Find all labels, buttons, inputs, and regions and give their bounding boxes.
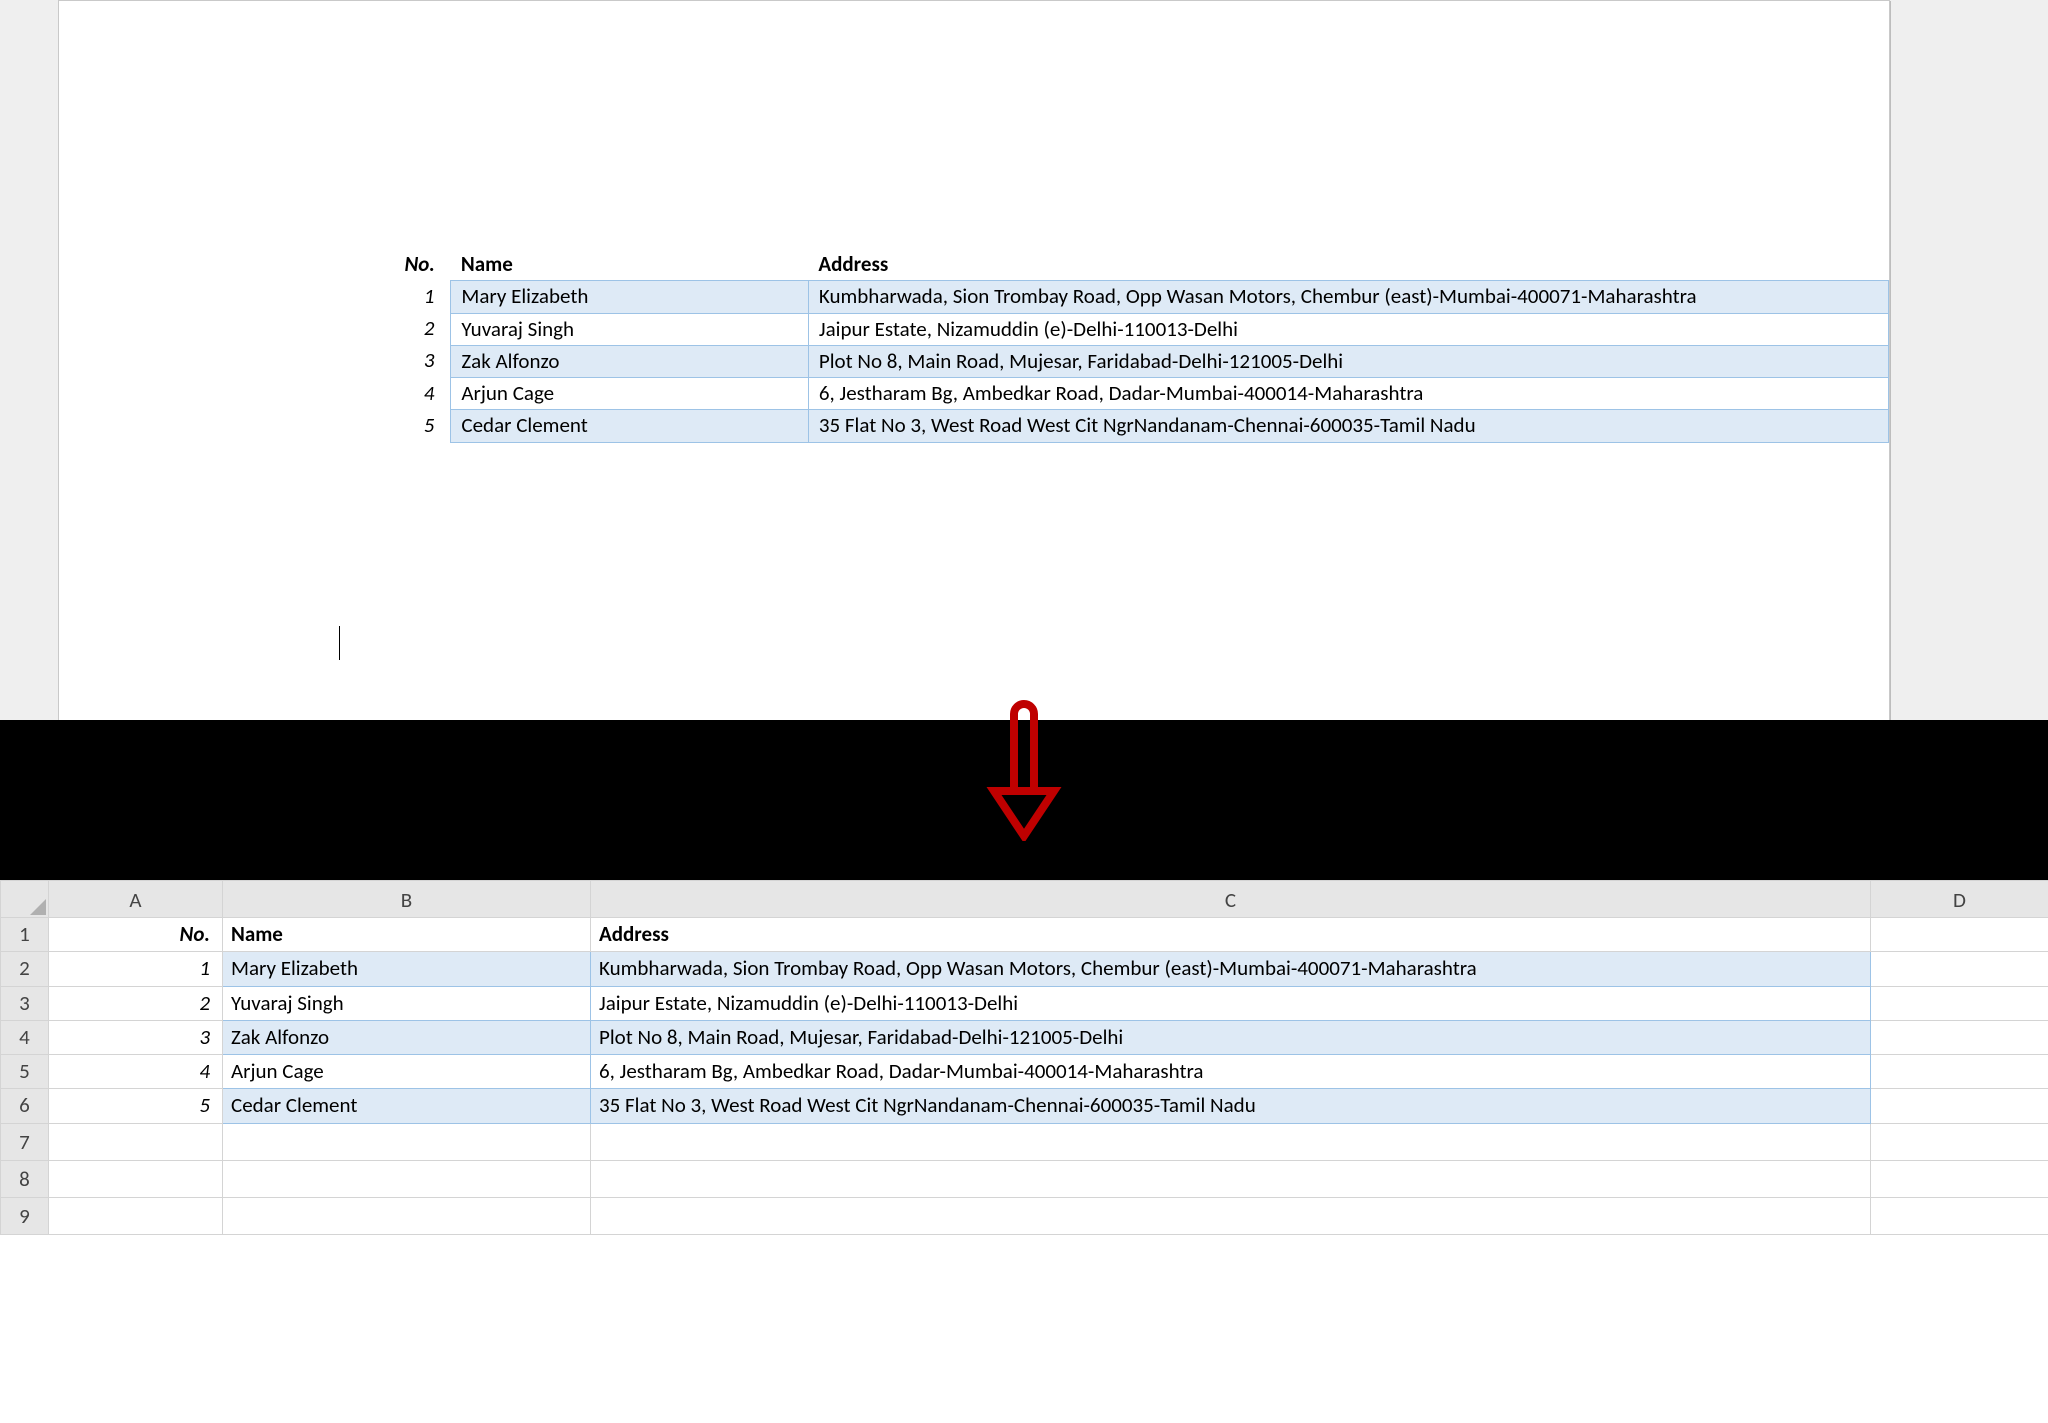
- excel-cell-name[interactable]: Zak Alfonzo: [223, 1020, 591, 1054]
- word-header-address: Address: [808, 249, 1888, 281]
- excel-cell-address[interactable]: 6, Jestharam Bg, Ambedkar Road, Dadar-Mu…: [591, 1055, 1871, 1089]
- excel-cell-empty[interactable]: [49, 1160, 223, 1197]
- excel-row: 9: [1, 1197, 2048, 1234]
- excel-grid-area: A B C D 1 No. Name Address 2 1: [0, 880, 2048, 1423]
- select-all-corner[interactable]: [1, 881, 49, 918]
- excel-col-header[interactable]: D: [1871, 881, 2048, 918]
- excel-cell-no[interactable]: 5: [49, 1089, 223, 1123]
- excel-row: 1 No. Name Address: [1, 918, 2048, 952]
- excel-cell-header-address[interactable]: Address: [591, 918, 1871, 952]
- excel-cell-no[interactable]: 2: [49, 986, 223, 1020]
- excel-cell-address[interactable]: 35 Flat No 3, West Road West Cit NgrNand…: [591, 1089, 1871, 1123]
- word-cell-address: Plot No 8, Main Road, Mujesar, Faridabad…: [808, 345, 1888, 377]
- word-cell-no: 1: [353, 281, 451, 313]
- excel-cell-name[interactable]: Arjun Cage: [223, 1055, 591, 1089]
- word-cell-address: Jaipur Estate, Nizamuddin (e)-Delhi-1100…: [808, 313, 1888, 345]
- word-cell-no: 3: [353, 345, 451, 377]
- excel-cell-no[interactable]: 4: [49, 1055, 223, 1089]
- excel-row-header[interactable]: 1: [1, 918, 49, 952]
- excel-row: 2 1 Mary Elizabeth Kumbharwada, Sion Tro…: [1, 952, 2048, 986]
- excel-col-header[interactable]: A: [49, 881, 223, 918]
- excel-col-header[interactable]: C: [591, 881, 1871, 918]
- excel-cell-address[interactable]: Plot No 8, Main Road, Mujesar, Faridabad…: [591, 1020, 1871, 1054]
- excel-row-header[interactable]: 2: [1, 952, 49, 986]
- excel-cell-address[interactable]: Kumbharwada, Sion Trombay Road, Opp Wasa…: [591, 952, 1871, 986]
- excel-grid[interactable]: A B C D 1 No. Name Address 2 1: [0, 880, 2048, 1235]
- excel-cell-empty[interactable]: [591, 1197, 1871, 1234]
- arrow-down-icon: [980, 696, 1068, 841]
- word-table-row: 2 Yuvaraj Singh Jaipur Estate, Nizamuddi…: [353, 313, 1889, 345]
- excel-cell-no[interactable]: 1: [49, 952, 223, 986]
- text-cursor: [339, 626, 340, 660]
- excel-cell-empty[interactable]: [1871, 1055, 2048, 1089]
- word-table-row: 5 Cedar Clement 35 Flat No 3, West Road …: [353, 410, 1889, 442]
- excel-row-header[interactable]: 7: [1, 1123, 49, 1160]
- excel-cell-empty[interactable]: [223, 1160, 591, 1197]
- excel-cell-address[interactable]: Jaipur Estate, Nizamuddin (e)-Delhi-1100…: [591, 986, 1871, 1020]
- excel-cell-empty[interactable]: [1871, 1123, 2048, 1160]
- excel-row: 3 2 Yuvaraj Singh Jaipur Estate, Nizamud…: [1, 986, 2048, 1020]
- word-header-name: Name: [451, 249, 808, 281]
- word-document-background: No. Name Address 1 Mary Elizabeth Kumbha…: [0, 0, 2048, 720]
- excel-row: 7: [1, 1123, 2048, 1160]
- word-table-row: 1 Mary Elizabeth Kumbharwada, Sion Tromb…: [353, 281, 1889, 313]
- excel-cell-empty[interactable]: [1871, 1089, 2048, 1123]
- word-cell-no: 4: [353, 378, 451, 410]
- excel-cell-name[interactable]: Mary Elizabeth: [223, 952, 591, 986]
- excel-cell-header-name[interactable]: Name: [223, 918, 591, 952]
- word-cell-name: Mary Elizabeth: [451, 281, 808, 313]
- excel-cell-no[interactable]: 3: [49, 1020, 223, 1054]
- excel-row-header[interactable]: 4: [1, 1020, 49, 1054]
- word-table-row: 3 Zak Alfonzo Plot No 8, Main Road, Muje…: [353, 345, 1889, 377]
- excel-cell-empty[interactable]: [49, 1123, 223, 1160]
- excel-cell-empty[interactable]: [1871, 1160, 2048, 1197]
- word-cell-name: Cedar Clement: [451, 410, 808, 442]
- word-table-header-row: No. Name Address: [353, 249, 1889, 281]
- excel-cell-empty[interactable]: [223, 1123, 591, 1160]
- excel-cell-empty[interactable]: [1871, 1020, 2048, 1054]
- excel-row-header[interactable]: 9: [1, 1197, 49, 1234]
- word-cell-name: Zak Alfonzo: [451, 345, 808, 377]
- word-cell-name: Yuvaraj Singh: [451, 313, 808, 345]
- word-header-no: No.: [353, 249, 451, 281]
- excel-column-header-row: A B C D: [1, 881, 2048, 918]
- excel-cell-empty[interactable]: [1871, 918, 2048, 952]
- excel-cell-name[interactable]: Cedar Clement: [223, 1089, 591, 1123]
- excel-row-header[interactable]: 5: [1, 1055, 49, 1089]
- excel-col-header[interactable]: B: [223, 881, 591, 918]
- word-page: No. Name Address 1 Mary Elizabeth Kumbha…: [58, 0, 1890, 722]
- excel-cell-empty[interactable]: [1871, 1197, 2048, 1234]
- word-cell-address: 6, Jestharam Bg, Ambedkar Road, Dadar-Mu…: [808, 378, 1888, 410]
- excel-cell-empty[interactable]: [1871, 986, 2048, 1020]
- excel-cell-header-no[interactable]: No.: [49, 918, 223, 952]
- word-cell-name: Arjun Cage: [451, 378, 808, 410]
- word-cell-address: Kumbharwada, Sion Trombay Road, Opp Wasa…: [808, 281, 1888, 313]
- excel-cell-empty[interactable]: [591, 1160, 1871, 1197]
- excel-row: 8: [1, 1160, 2048, 1197]
- excel-row-header[interactable]: 6: [1, 1089, 49, 1123]
- excel-row: 5 4 Arjun Cage 6, Jestharam Bg, Ambedkar…: [1, 1055, 2048, 1089]
- word-cell-no: 2: [353, 313, 451, 345]
- word-table-row: 4 Arjun Cage 6, Jestharam Bg, Ambedkar R…: [353, 378, 1889, 410]
- word-table: No. Name Address 1 Mary Elizabeth Kumbha…: [353, 249, 1889, 443]
- excel-row-header[interactable]: 3: [1, 986, 49, 1020]
- excel-cell-empty[interactable]: [1871, 952, 2048, 986]
- excel-cell-empty[interactable]: [223, 1197, 591, 1234]
- word-cell-address: 35 Flat No 3, West Road West Cit NgrNand…: [808, 410, 1888, 442]
- excel-cell-name[interactable]: Yuvaraj Singh: [223, 986, 591, 1020]
- word-cell-no: 5: [353, 410, 451, 442]
- excel-cell-empty[interactable]: [591, 1123, 1871, 1160]
- excel-row: 4 3 Zak Alfonzo Plot No 8, Main Road, Mu…: [1, 1020, 2048, 1054]
- excel-cell-empty[interactable]: [49, 1197, 223, 1234]
- excel-row-header[interactable]: 8: [1, 1160, 49, 1197]
- excel-row: 6 5 Cedar Clement 35 Flat No 3, West Roa…: [1, 1089, 2048, 1123]
